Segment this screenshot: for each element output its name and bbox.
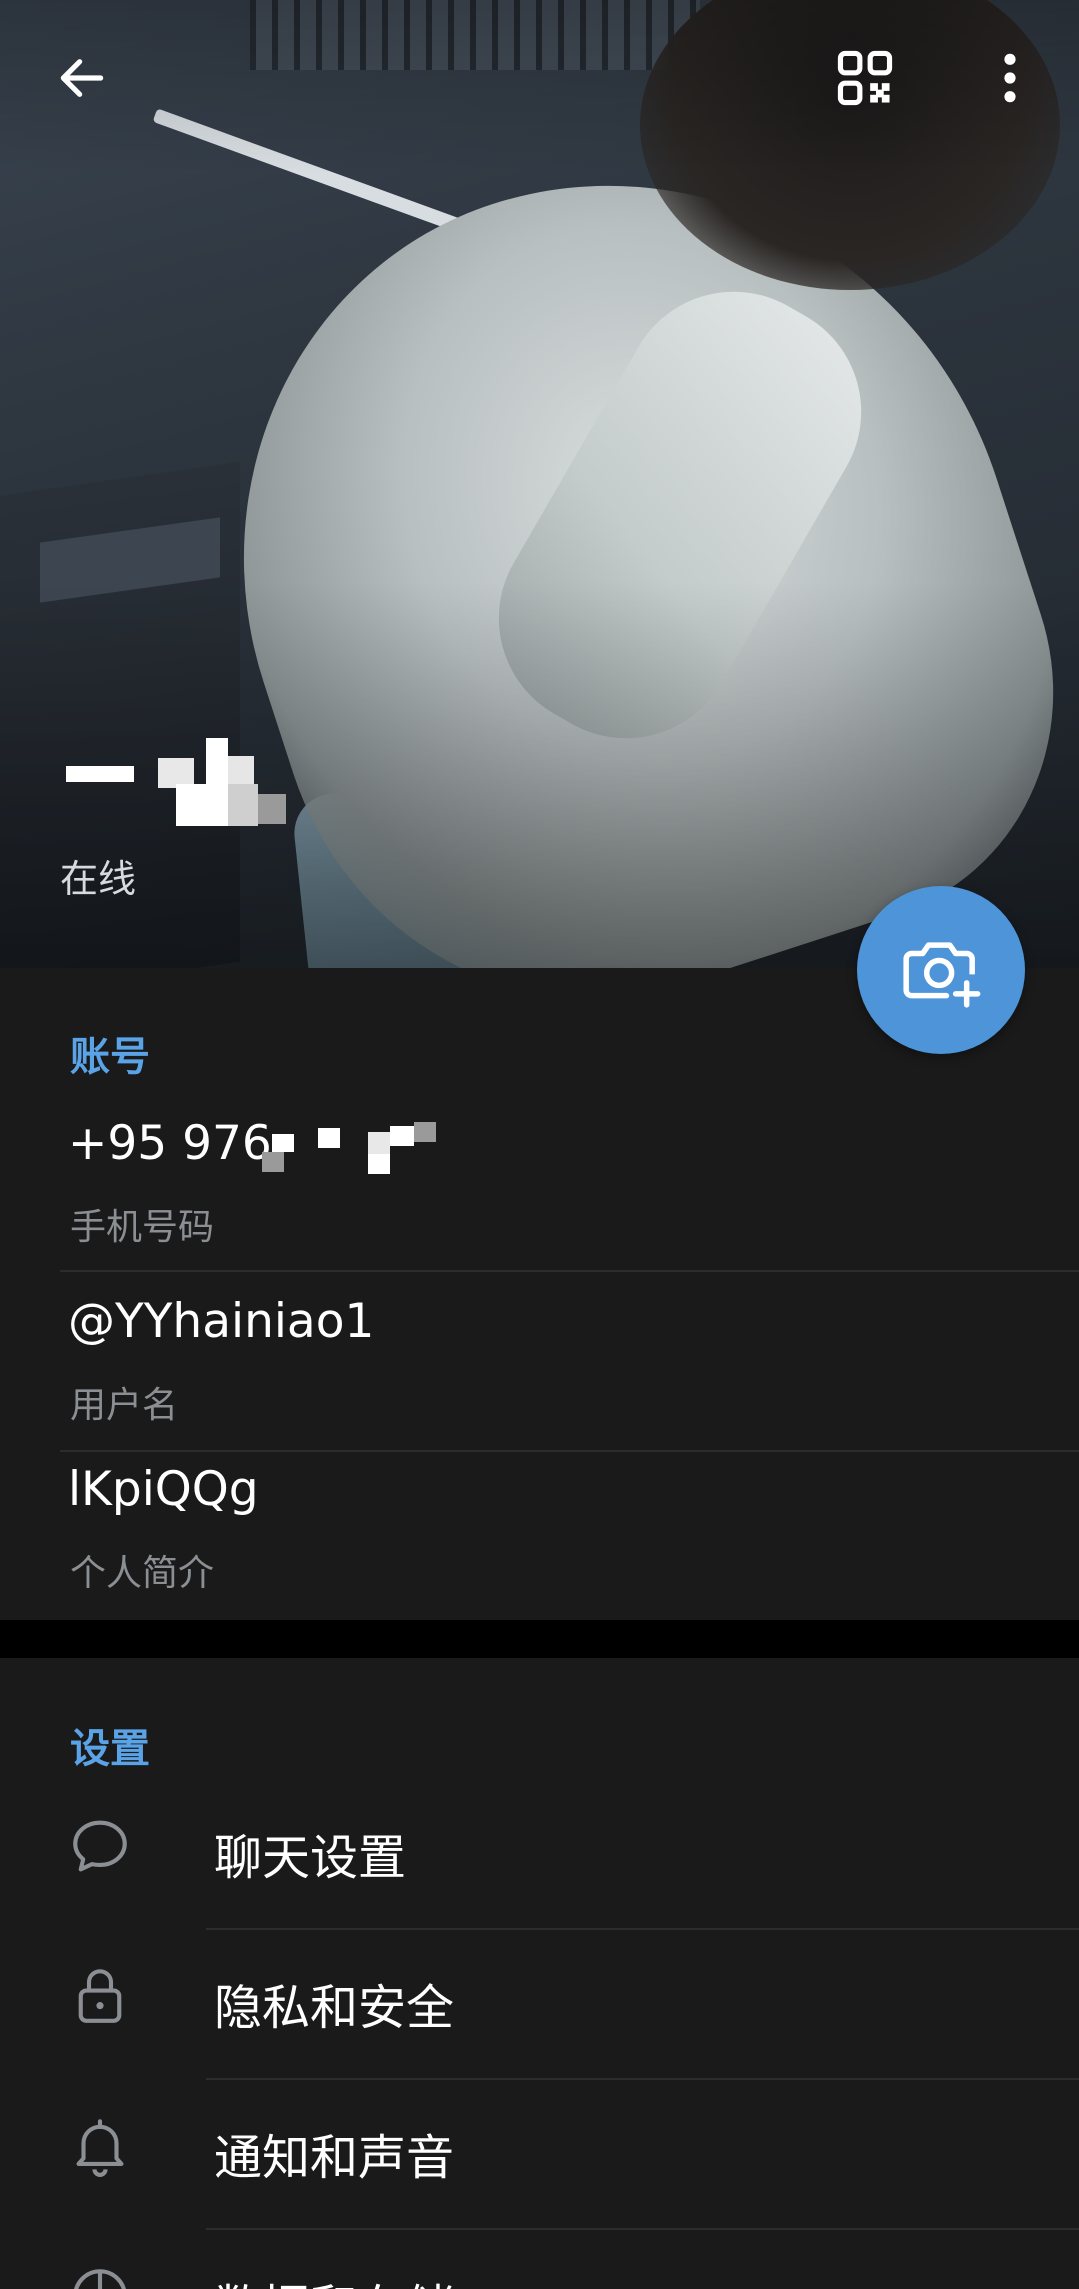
redacted-name-mosaic xyxy=(66,738,296,838)
chat-bubble-icon xyxy=(66,1812,134,1880)
pie-chart-icon xyxy=(66,2262,134,2289)
username-value: @YYhainiao1 xyxy=(68,1294,375,1349)
set-photo-button[interactable] xyxy=(857,886,1025,1054)
more-vertical-icon xyxy=(1004,53,1016,103)
settings-item-label: 聊天设置 xyxy=(214,1830,407,1886)
more-options-button[interactable] xyxy=(970,36,1050,120)
section-separator xyxy=(0,1620,1079,1658)
arrow-left-icon xyxy=(60,59,104,97)
settings-section-title: 设置 xyxy=(70,1726,150,1772)
settings-item-data-storage[interactable]: 数据和存储 xyxy=(0,2222,1079,2289)
qr-code-icon xyxy=(837,50,893,106)
settings-section: 设置 聊天设置 隐私和安全 通知和声音 xyxy=(0,1658,1079,2289)
phone-number: +95 976 xyxy=(68,1116,452,1174)
bio-value: lKpiQQg xyxy=(68,1462,259,1517)
settings-item-label: 通知和声音 xyxy=(214,2130,455,2186)
username-label: 用户名 xyxy=(70,1385,179,1426)
profile-name xyxy=(66,738,296,838)
account-section: 账号 +95 976 手机号码 @YYhainiao1 用户名 lKpiQQg … xyxy=(0,968,1079,1620)
username-row[interactable]: @YYhainiao1 用户名 xyxy=(0,1272,1079,1450)
phone-label: 手机号码 xyxy=(70,1207,215,1248)
settings-item-notifications[interactable]: 通知和声音 xyxy=(0,2072,1079,2222)
profile-screen: 在线 账号 +95 976 手机号码 @YYhainiao1 用户名 lKpiQ… xyxy=(0,0,1079,2289)
online-status: 在线 xyxy=(60,857,137,901)
redacted-phone-mosaic xyxy=(261,1121,452,1174)
camera-plus-icon xyxy=(903,942,981,1008)
settings-item-privacy[interactable]: 隐私和安全 xyxy=(0,1922,1079,2072)
settings-item-label: 隐私和安全 xyxy=(214,1980,455,2036)
back-button[interactable] xyxy=(40,36,124,120)
bio-label: 个人简介 xyxy=(70,1553,215,1594)
settings-item-label: 数据和存储 xyxy=(214,2268,454,2289)
settings-item-chat[interactable]: 聊天设置 xyxy=(0,1772,1079,1922)
qr-code-button[interactable] xyxy=(820,36,910,120)
bell-icon xyxy=(66,2112,134,2180)
bio-row[interactable]: lKpiQQg 个人简介 xyxy=(0,1452,1079,1620)
phone-number-text: +95 976 xyxy=(68,1116,272,1171)
lock-icon xyxy=(66,1962,134,2030)
profile-cover-photo[interactable]: 在线 xyxy=(0,0,1079,968)
